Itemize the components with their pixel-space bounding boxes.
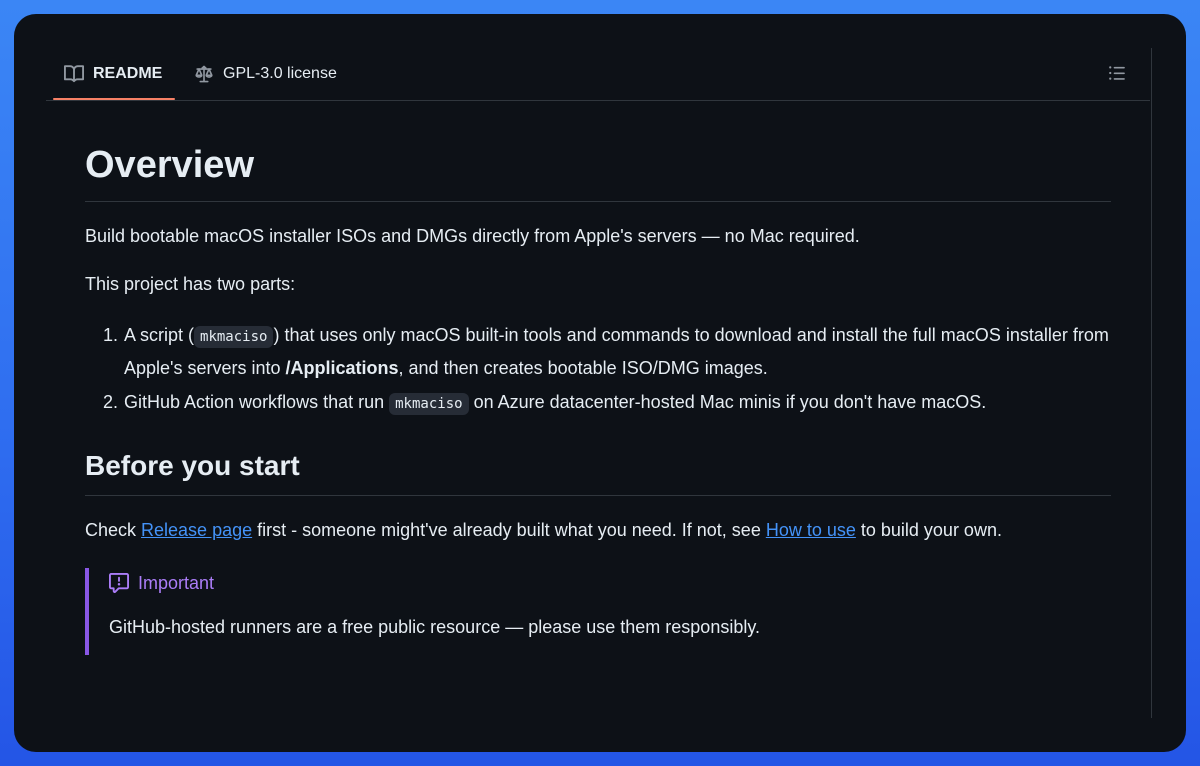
important-alert: Important GitHub-hosted runners are a fr… [85, 568, 1111, 655]
tab-license-label: GPL-3.0 license [223, 65, 337, 82]
alert-title-label: Important [138, 573, 215, 593]
readme-content: Overview Build bootable macOS installer … [85, 101, 1111, 655]
parts-intro-paragraph: This project has two parts: [85, 274, 296, 294]
heading-overview: Overview [85, 101, 1111, 202]
readme-panel: README GPL-3.0 license Overview Build bo… [14, 14, 1186, 752]
heading-before-you-start: Before you start [85, 449, 1111, 496]
law-scale-icon [194, 64, 214, 84]
tab-readme[interactable]: README [64, 48, 162, 100]
check-paragraph: Check Release page first - someone might… [85, 520, 1002, 540]
alert-title: Important [109, 570, 1111, 596]
release-page-link[interactable]: Release page [141, 520, 252, 540]
alert-body: GitHub-hosted runners are a free public … [109, 617, 760, 637]
tab-license[interactable]: GPL-3.0 license [194, 48, 337, 100]
intro-paragraph: Build bootable macOS installer ISOs and … [85, 226, 860, 246]
bold-path: /Applications [285, 358, 399, 378]
active-tab-indicator [53, 98, 175, 100]
outline-button[interactable] [1104, 62, 1130, 88]
list-unordered-icon [1108, 64, 1126, 87]
report-icon [109, 573, 129, 593]
inline-code: mkmaciso [389, 393, 469, 415]
inline-code: mkmaciso [194, 326, 274, 348]
tab-readme-label: README [93, 65, 163, 82]
book-icon [64, 64, 84, 84]
readme-tab-bar: README GPL-3.0 license [46, 48, 1150, 101]
panel-border [1151, 48, 1152, 718]
list-item: A script (mkmaciso) that uses only macOS… [123, 320, 1111, 384]
how-to-use-link[interactable]: How to use [766, 520, 856, 540]
parts-list: A script (mkmaciso) that uses only macOS… [85, 320, 1111, 420]
list-item: GitHub Action workflows that run mkmacis… [123, 387, 1111, 420]
